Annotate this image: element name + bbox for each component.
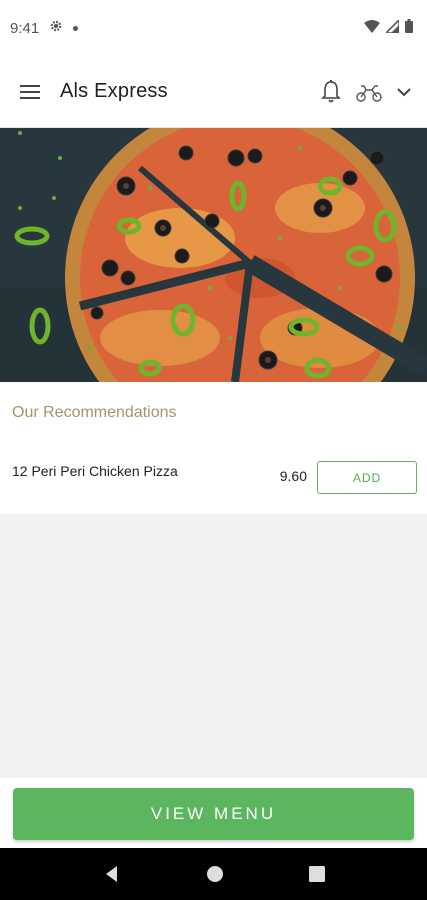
list-item: 12 Peri Peri Chicken Pizza 9.60 ADD [0, 458, 427, 498]
item-price: 9.60 [279, 468, 307, 484]
wifi-icon [364, 19, 380, 37]
app-bar: Als Express [0, 56, 427, 128]
pizza-image [0, 128, 427, 382]
recommendations-section: Our Recommendations 12 Peri Peri Chicken… [0, 382, 427, 514]
chevron-down-icon[interactable] [397, 87, 411, 97]
item-name: 12 Peri Peri Chicken Pizza [12, 463, 178, 479]
back-icon[interactable] [103, 865, 121, 883]
status-bar: 9:41 [0, 0, 427, 56]
gear-icon [49, 19, 63, 37]
status-time: 9:41 [10, 19, 40, 37]
bell-icon[interactable] [321, 79, 341, 104]
recents-icon[interactable] [308, 866, 325, 882]
app-title: Als Express [60, 80, 168, 102]
signal-icon [384, 17, 400, 37]
recommendations-title: Our Recommendations [12, 404, 177, 421]
content-area [0, 514, 427, 778]
bottom-panel: VIEW MENU [0, 778, 427, 848]
menu-icon[interactable] [20, 84, 40, 100]
battery-icon [405, 19, 413, 37]
view-menu-button[interactable]: VIEW MENU [13, 788, 414, 840]
hero-banner [0, 128, 427, 382]
dot-icon [73, 25, 79, 31]
home-icon[interactable] [206, 865, 224, 883]
scooter-icon[interactable] [355, 82, 383, 102]
add-button[interactable]: ADD [317, 461, 417, 494]
system-nav-bar [0, 848, 427, 900]
